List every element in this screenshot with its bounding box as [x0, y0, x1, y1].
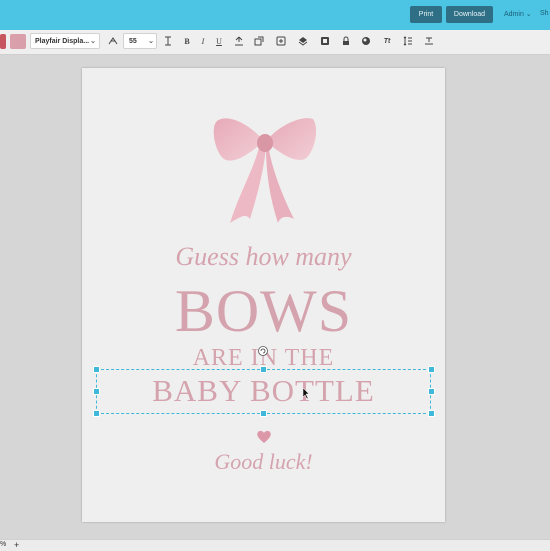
resize-handle-top-left[interactable]	[93, 366, 100, 373]
add-element-icon[interactable]	[275, 35, 287, 47]
resize-handle-bottom-right[interactable]	[428, 410, 435, 417]
font-size-value: 55	[129, 37, 137, 45]
italic-button[interactable]: I	[197, 35, 209, 47]
color-swatch-secondary[interactable]	[10, 34, 26, 49]
resize-handle-bottom[interactable]	[260, 410, 267, 417]
good-luck-text[interactable]: Good luck!	[82, 449, 445, 475]
resize-handle-top-right[interactable]	[428, 366, 435, 373]
print-button[interactable]: Print	[410, 6, 442, 23]
bow-illustration	[213, 118, 317, 223]
heart-icon	[257, 430, 271, 443]
resize-handle-right[interactable]	[428, 388, 435, 395]
align-icon[interactable]	[233, 35, 245, 47]
font-style-icon[interactable]	[107, 35, 119, 47]
headline-script[interactable]: Guess how many	[82, 242, 445, 272]
bold-button[interactable]: B	[181, 35, 193, 47]
font-family-select[interactable]: Playfair Displa... ⌄	[30, 33, 100, 49]
duplicate-icon[interactable]	[319, 35, 331, 47]
lock-icon[interactable]	[340, 35, 352, 47]
color-picker-icon[interactable]	[360, 35, 372, 47]
effects-icon[interactable]	[253, 35, 265, 47]
share-link[interactable]: Sh	[540, 10, 549, 17]
chevron-down-icon: ⌄	[525, 11, 532, 18]
design-canvas[interactable]: Guess how many BOWS ARE IN THE BABY BOTT…	[82, 68, 445, 522]
page-indicator[interactable]: %	[0, 541, 6, 548]
headline-bows[interactable]: BOWS	[82, 278, 445, 344]
underline-button[interactable]: U	[213, 35, 225, 47]
selection-box[interactable]	[96, 369, 431, 414]
color-swatch-primary[interactable]	[0, 34, 6, 49]
admin-menu[interactable]: Admin ⌄	[504, 10, 532, 18]
text-height-icon[interactable]	[162, 35, 174, 47]
layers-icon[interactable]	[297, 35, 309, 47]
mouse-cursor-icon	[303, 388, 310, 399]
font-family-value: Playfair Displa...	[35, 37, 90, 45]
resize-handle-bottom-left[interactable]	[93, 410, 100, 417]
resize-handle-left[interactable]	[93, 388, 100, 395]
rotate-icon[interactable]	[258, 346, 268, 356]
chevron-down-icon: ⌄	[90, 38, 96, 45]
font-size-select[interactable]: 55 ⌄	[123, 33, 157, 49]
chevron-down-icon: ⌄	[148, 38, 154, 45]
admin-label: Admin	[504, 11, 524, 18]
text-case-button[interactable]: Tt	[381, 35, 393, 47]
download-button[interactable]: Download	[446, 6, 493, 23]
bottom-bar: % +	[0, 539, 550, 551]
resize-handle-top[interactable]	[260, 366, 267, 373]
add-page-button[interactable]: +	[14, 540, 19, 550]
line-spacing-icon[interactable]	[402, 35, 414, 47]
letter-spacing-icon[interactable]	[423, 35, 435, 47]
header-bar: Print Download Admin ⌄ Sh	[0, 0, 550, 30]
